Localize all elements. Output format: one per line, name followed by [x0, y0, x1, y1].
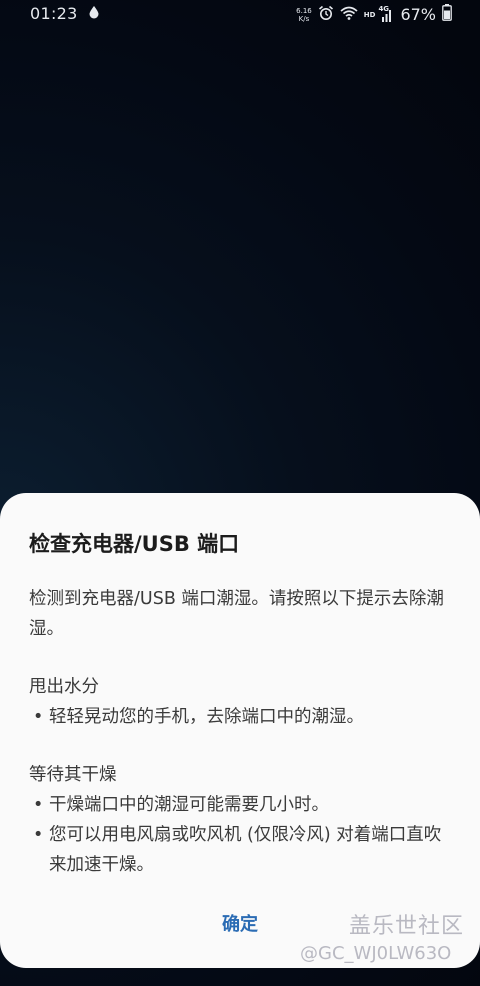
- dialog-body: 检测到充电器/USB 端口潮湿。请按照以下提示去除潮湿。 甩出水分 • 轻轻晃动…: [29, 584, 454, 880]
- dialog-title: 检查充电器/USB 端口: [29, 532, 240, 556]
- status-right: 6.16 K/s HD 4G 67%: [296, 4, 452, 25]
- watermark-user: @GC_WJ0LW63O: [300, 943, 452, 964]
- battery-icon: [442, 4, 452, 25]
- confirm-button[interactable]: 确定: [200, 908, 280, 942]
- network-speed: 6.16 K/s: [296, 7, 312, 23]
- bullet-icon: •: [33, 825, 44, 845]
- section-title-shake: 甩出水分: [29, 677, 99, 697]
- bullet-text: 轻轻晃动您的手机，去除端口中的潮湿。: [49, 707, 364, 727]
- status-bar: 01:23 6.16 K/s HD 4G 67%: [0, 0, 480, 30]
- bullet-text: 您可以用电风扇或吹风机 (仅限冷风) 对着端口直吹来加速干燥。: [49, 825, 442, 875]
- bullet-item: • 轻轻晃动您的手机，去除端口中的潮湿。: [29, 702, 454, 732]
- dialog-intro: 检测到充电器/USB 端口潮湿。请按照以下提示去除潮湿。: [29, 589, 444, 639]
- network-speed-unit: K/s: [298, 14, 310, 23]
- bullet-icon: •: [33, 707, 44, 727]
- wifi-icon: [340, 5, 358, 24]
- signal-icon: 4G: [378, 5, 394, 23]
- bullet-text: 干燥端口中的潮湿可能需要几小时。: [49, 795, 329, 815]
- bullet-item: • 干燥端口中的潮湿可能需要几小时。: [29, 790, 454, 820]
- watermark-brand: 盖乐世社区: [349, 914, 465, 939]
- bullet-icon: •: [33, 795, 44, 815]
- status-time: 01:23: [30, 4, 78, 23]
- network-speed-value: 6.16: [296, 6, 312, 15]
- water-drop-icon: [88, 4, 100, 23]
- hd-label: HD: [363, 10, 376, 19]
- battery-percentage: 67%: [400, 5, 436, 24]
- bullet-item: • 您可以用电风扇或吹风机 (仅限冷风) 对着端口直吹来加速干燥。: [29, 820, 454, 880]
- section-title-dry: 等待其干燥: [29, 765, 117, 785]
- status-left: 01:23: [30, 4, 100, 23]
- alarm-icon: [318, 5, 334, 25]
